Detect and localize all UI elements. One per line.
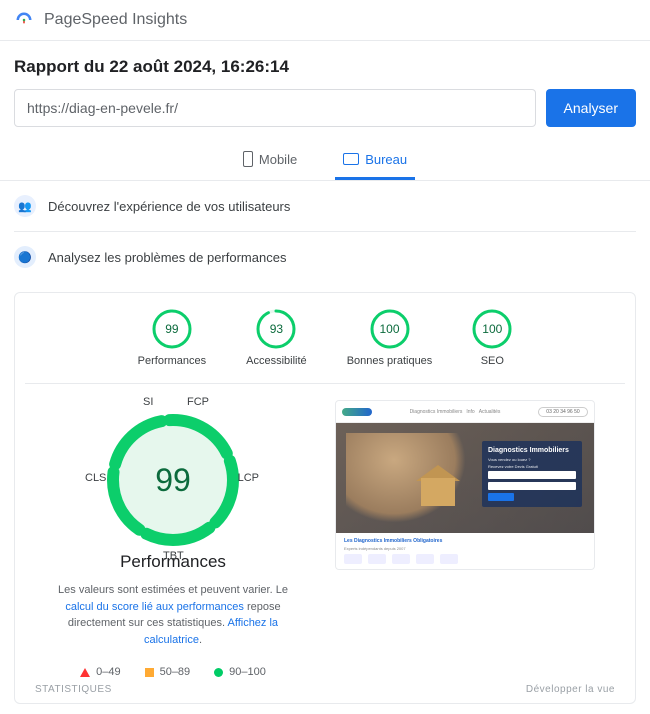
report-title: Rapport du 22 août 2024, 16:26:14 <box>0 41 650 89</box>
users-icon: 👥 <box>14 195 36 217</box>
metric-cls: CLS <box>85 472 106 484</box>
expand-view-button[interactable]: Développer la vue <box>526 684 615 695</box>
score-calc-link[interactable]: calcul du score lié aux performances <box>65 601 244 613</box>
gauge-bonnes pratiques[interactable]: 100 Bonnes pratiques <box>347 309 433 367</box>
performance-score: 99 <box>93 400 253 560</box>
metric-tbt: TBT <box>163 550 184 562</box>
metric-lcp: LCP <box>238 472 259 484</box>
performance-description: Les valeurs sont estimées et peuvent var… <box>47 582 299 648</box>
performance-gauge: 99 SI FCP LCP TBT CLS <box>93 400 253 560</box>
triangle-icon <box>80 668 90 677</box>
mobile-icon <box>243 151 253 167</box>
experience-section-title: Découvrez l'expérience de vos utilisateu… <box>48 199 290 214</box>
desktop-icon <box>343 153 359 165</box>
diagnostics-section-title: Analysez les problèmes de performances <box>48 250 286 265</box>
score-legend: 0–49 50–89 90–100 <box>80 666 266 678</box>
tab-desktop[interactable]: Bureau <box>335 141 415 180</box>
tab-mobile[interactable]: Mobile <box>235 141 305 180</box>
metric-si: SI <box>143 396 153 408</box>
diagnostics-panel: 99 Performances 93 Accessibilité 100 Bon… <box>14 292 636 704</box>
gauge-performances[interactable]: 99 Performances <box>138 309 206 367</box>
page-screenshot: Diagnostics ImmobiliersInfoActualités 03… <box>335 400 595 570</box>
tab-desktop-label: Bureau <box>365 152 407 167</box>
url-input[interactable] <box>14 89 536 127</box>
stats-label: STATISTIQUES <box>35 684 112 695</box>
tab-mobile-label: Mobile <box>259 152 297 167</box>
gauge-accessibilité[interactable]: 93 Accessibilité <box>246 309 307 367</box>
diagnostics-icon: 🔵 <box>14 246 36 268</box>
gauge-seo[interactable]: 100 SEO <box>472 309 512 367</box>
logo-icon <box>14 10 34 30</box>
app-title: PageSpeed Insights <box>44 11 187 29</box>
metric-fcp: FCP <box>187 396 209 408</box>
analyze-button[interactable]: Analyser <box>546 89 636 127</box>
circle-icon <box>214 668 223 677</box>
square-icon <box>145 668 154 677</box>
